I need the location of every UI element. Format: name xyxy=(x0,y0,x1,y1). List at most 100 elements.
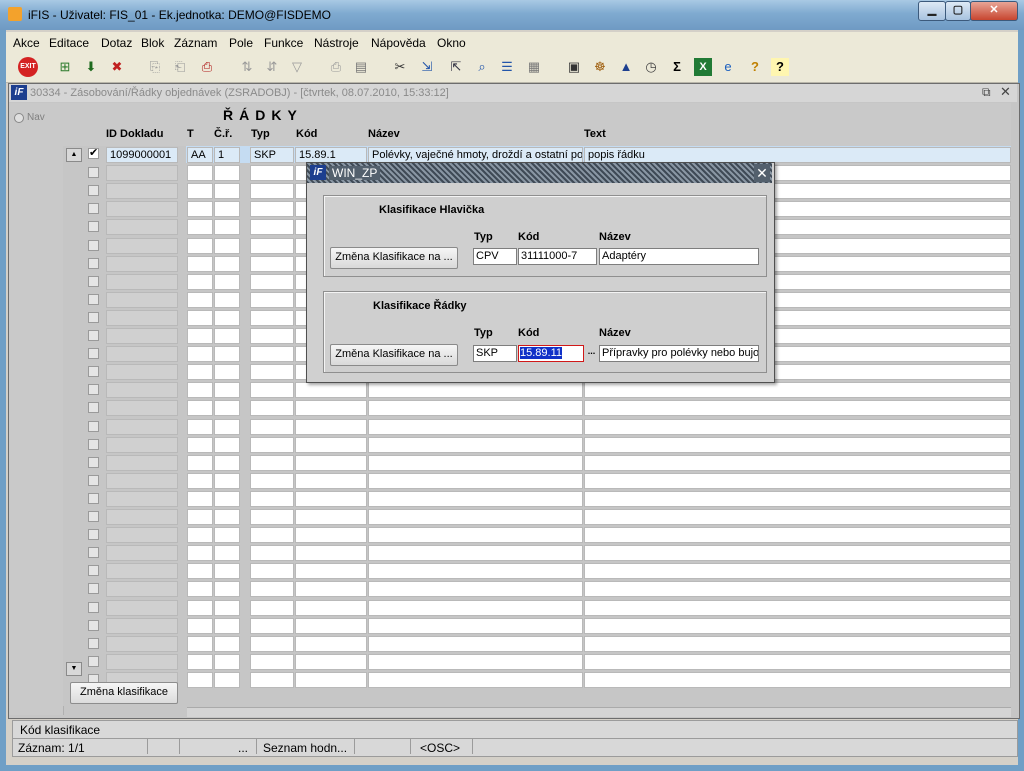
empty-cell[interactable] xyxy=(584,599,1011,616)
form-close-icon[interactable]: ✕ xyxy=(1000,84,1011,100)
lov-button[interactable]: ... xyxy=(586,346,597,360)
menu-pole[interactable]: Pole xyxy=(229,36,253,50)
empty-cell[interactable] xyxy=(584,400,1011,417)
empty-cell[interactable] xyxy=(295,617,367,634)
empty-cell[interactable] xyxy=(295,454,367,471)
empty-cell[interactable] xyxy=(106,255,178,272)
mountain-icon[interactable]: ▲ xyxy=(617,58,635,76)
paste-icon[interactable]: ⎗ xyxy=(171,58,189,76)
empty-cell[interactable] xyxy=(368,509,583,525)
row-checkbox[interactable] xyxy=(88,547,99,559)
empty-cell[interactable] xyxy=(584,617,1011,634)
delete-record-icon[interactable]: ✖ xyxy=(108,58,126,76)
empty-cell[interactable] xyxy=(214,165,240,182)
empty-cell[interactable] xyxy=(214,509,240,525)
empty-cell[interactable] xyxy=(187,273,213,290)
empty-cell[interactable] xyxy=(250,201,294,218)
empty-cell[interactable] xyxy=(106,201,178,218)
empty-cell[interactable] xyxy=(187,255,213,272)
menu-nastroje[interactable]: Nástroje xyxy=(314,36,359,50)
empty-cell[interactable] xyxy=(584,418,1011,435)
nazev-cell[interactable]: Polévky, vaječné hmoty, droždí a ostatní… xyxy=(368,147,583,163)
text-cell[interactable]: popis řádku xyxy=(584,147,1011,163)
empty-cell[interactable] xyxy=(187,309,213,326)
empty-cell[interactable] xyxy=(584,635,1011,652)
empty-cell[interactable] xyxy=(250,563,294,580)
empty-cell[interactable] xyxy=(250,309,294,326)
empty-cell[interactable] xyxy=(214,581,240,598)
empty-cell[interactable] xyxy=(250,165,294,182)
row-checkbox[interactable] xyxy=(88,420,99,432)
empty-cell[interactable] xyxy=(106,183,178,200)
cut-icon[interactable]: ✂ xyxy=(391,58,409,76)
row-checkbox[interactable] xyxy=(88,474,99,486)
web-icon[interactable]: e xyxy=(719,58,737,76)
vertical-scrollbar[interactable] xyxy=(66,147,82,675)
row-checkbox[interactable] xyxy=(88,167,99,179)
empty-cell[interactable] xyxy=(250,545,294,562)
empty-cell[interactable] xyxy=(584,472,1011,489)
horizontal-scrollbar[interactable] xyxy=(187,707,1011,717)
empty-cell[interactable] xyxy=(214,490,240,507)
empty-cell[interactable] xyxy=(584,527,1011,544)
empty-cell[interactable] xyxy=(214,219,240,236)
row-checkbox[interactable] xyxy=(88,402,99,414)
menu-dotaz[interactable]: Dotaz xyxy=(101,36,132,50)
empty-cell[interactable] xyxy=(106,653,178,670)
empty-cell[interactable] xyxy=(214,671,240,688)
empty-cell[interactable] xyxy=(250,400,294,417)
empty-cell[interactable] xyxy=(187,364,213,381)
empty-cell[interactable] xyxy=(368,671,583,688)
empty-cell[interactable] xyxy=(368,418,583,435)
empty-cell[interactable] xyxy=(295,563,367,580)
empty-cell[interactable] xyxy=(250,219,294,236)
empty-cell[interactable] xyxy=(295,382,367,399)
columns-icon[interactable]: ▦ xyxy=(525,58,543,76)
empty-cell[interactable] xyxy=(106,346,178,363)
empty-cell[interactable] xyxy=(106,382,178,399)
empty-cell[interactable] xyxy=(295,545,367,562)
empty-cell[interactable] xyxy=(214,545,240,562)
empty-cell[interactable] xyxy=(187,581,213,598)
empty-cell[interactable] xyxy=(584,671,1011,688)
empty-cell[interactable] xyxy=(295,671,367,688)
exit-icon[interactable]: EXIT xyxy=(18,57,38,77)
empty-cell[interactable] xyxy=(250,273,294,290)
empty-cell[interactable] xyxy=(187,509,213,525)
empty-cell[interactable] xyxy=(250,328,294,344)
empty-cell[interactable] xyxy=(106,418,178,435)
menu-napoveda[interactable]: Nápověda xyxy=(371,36,426,50)
empty-cell[interactable] xyxy=(106,581,178,598)
print-red-icon[interactable]: ⎙ xyxy=(198,58,216,76)
empty-cell[interactable] xyxy=(250,671,294,688)
empty-cell[interactable] xyxy=(214,201,240,218)
empty-cell[interactable] xyxy=(187,291,213,308)
row-checkbox[interactable] xyxy=(88,311,99,323)
empty-cell[interactable] xyxy=(295,472,367,489)
preview-icon[interactable]: ▤ xyxy=(352,58,370,76)
save-record-icon[interactable]: ⬇ xyxy=(82,58,100,76)
empty-cell[interactable] xyxy=(295,436,367,453)
empty-cell[interactable] xyxy=(187,490,213,507)
empty-cell[interactable] xyxy=(368,382,583,399)
empty-cell[interactable] xyxy=(214,346,240,363)
settings-icon[interactable]: ☸ xyxy=(591,58,609,76)
row-checkbox[interactable] xyxy=(88,655,99,667)
empty-cell[interactable] xyxy=(295,635,367,652)
insert-record-icon[interactable]: ⊞ xyxy=(56,58,74,76)
empty-cell[interactable] xyxy=(106,509,178,525)
clock-icon[interactable]: ◷ xyxy=(642,58,660,76)
empty-cell[interactable] xyxy=(214,635,240,652)
row-checkbox[interactable] xyxy=(88,330,99,341)
empty-cell[interactable] xyxy=(295,581,367,598)
empty-cell[interactable] xyxy=(106,454,178,471)
empty-cell[interactable] xyxy=(368,545,583,562)
hlavicka-nazev-field[interactable]: Adaptéry xyxy=(599,248,759,265)
empty-cell[interactable] xyxy=(368,472,583,489)
empty-cell[interactable] xyxy=(187,671,213,688)
empty-cell[interactable] xyxy=(187,472,213,489)
row-checkbox[interactable] xyxy=(88,529,99,541)
row-checkbox[interactable] xyxy=(88,601,99,613)
empty-cell[interactable] xyxy=(214,653,240,670)
row-checkbox[interactable] xyxy=(88,583,99,595)
